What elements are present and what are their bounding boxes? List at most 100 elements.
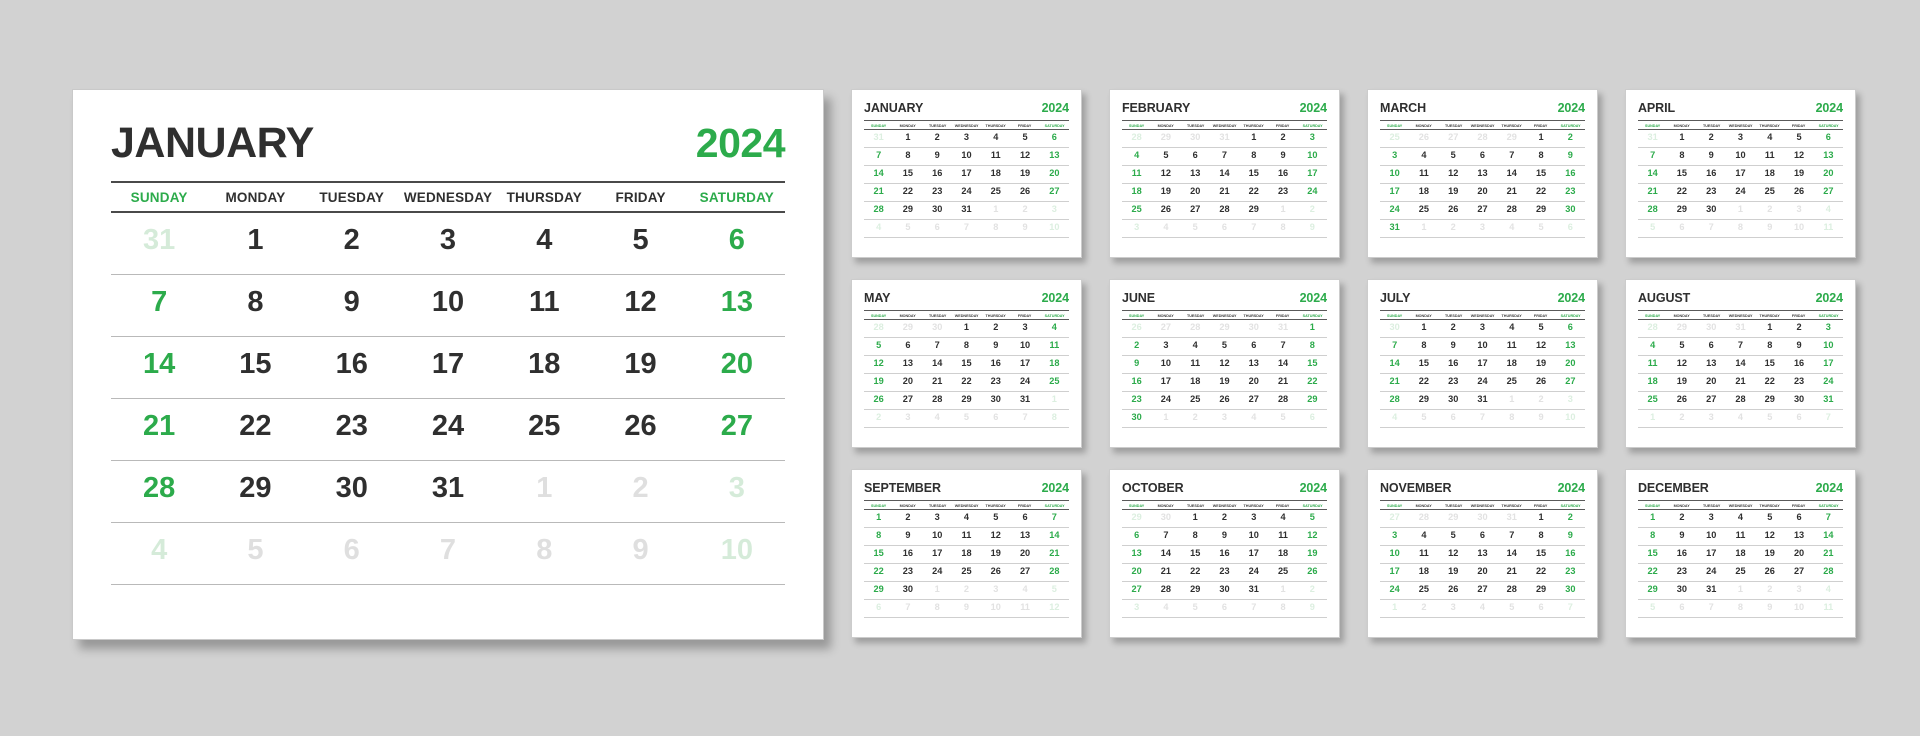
mini-day-cell[interactable]: 10 <box>1697 530 1726 542</box>
mini-day-cell[interactable]: 4 <box>1726 512 1755 524</box>
mini-day-cell[interactable]: 15 <box>864 548 893 560</box>
mini-day-cell[interactable]: 31 <box>1814 394 1843 406</box>
mini-day-cell[interactable]: 10 <box>1010 340 1039 352</box>
mini-day-cell[interactable]: 20 <box>1468 186 1497 198</box>
featured-day-cell-adjacent[interactable]: 10 <box>689 536 785 571</box>
mini-day-cell[interactable]: 12 <box>1755 530 1784 542</box>
mini-day-cell-adjacent[interactable]: 9 <box>1298 602 1327 614</box>
mini-day-cell[interactable]: 19 <box>1526 358 1555 370</box>
mini-day-cell-adjacent[interactable]: 27 <box>1380 512 1409 524</box>
mini-day-cell-adjacent[interactable]: 5 <box>1638 222 1667 234</box>
mini-day-cell[interactable]: 3 <box>1468 322 1497 334</box>
mini-day-cell[interactable]: 21 <box>1638 186 1667 198</box>
mini-day-cell[interactable]: 25 <box>981 186 1010 198</box>
mini-day-cell[interactable]: 4 <box>1497 322 1526 334</box>
mini-day-cell[interactable]: 6 <box>1784 512 1813 524</box>
mini-day-cell[interactable]: 27 <box>1814 186 1843 198</box>
mini-day-cell-adjacent[interactable]: 1 <box>1268 584 1297 596</box>
mini-day-cell[interactable]: 22 <box>1298 376 1327 388</box>
mini-day-cell-adjacent[interactable]: 29 <box>1439 512 1468 524</box>
mini-day-cell[interactable]: 16 <box>981 358 1010 370</box>
mini-day-cell[interactable]: 23 <box>1122 394 1151 406</box>
mini-day-cell-adjacent[interactable]: 5 <box>1181 602 1210 614</box>
mini-day-cell[interactable]: 18 <box>1122 186 1151 198</box>
mini-day-cell-adjacent[interactable]: 6 <box>1210 222 1239 234</box>
mini-day-cell[interactable]: 27 <box>1784 566 1813 578</box>
mini-day-cell[interactable]: 5 <box>1298 512 1327 524</box>
mini-day-cell[interactable]: 4 <box>1409 150 1438 162</box>
mini-day-cell-adjacent[interactable]: 31 <box>1210 132 1239 144</box>
mini-day-cell[interactable]: 12 <box>1010 150 1039 162</box>
mini-day-cell-adjacent[interactable]: 1 <box>1380 602 1409 614</box>
mini-day-cell-adjacent[interactable]: 7 <box>1697 602 1726 614</box>
mini-day-cell[interactable]: 2 <box>923 132 952 144</box>
mini-day-cell[interactable]: 24 <box>1380 204 1409 216</box>
mini-day-cell[interactable]: 11 <box>1409 548 1438 560</box>
mini-day-cell-adjacent[interactable]: 5 <box>1409 412 1438 424</box>
mini-day-cell-adjacent[interactable]: 8 <box>1268 222 1297 234</box>
mini-day-cell-adjacent[interactable]: 7 <box>1010 412 1039 424</box>
mini-day-cell[interactable]: 18 <box>952 548 981 560</box>
mini-day-cell[interactable]: 26 <box>1755 566 1784 578</box>
mini-day-cell[interactable]: 5 <box>1151 150 1180 162</box>
mini-day-cell[interactable]: 19 <box>1755 548 1784 560</box>
mini-day-cell[interactable]: 13 <box>1556 340 1585 352</box>
mini-day-cell[interactable]: 12 <box>864 358 893 370</box>
mini-day-cell-adjacent[interactable]: 3 <box>1784 204 1813 216</box>
mini-day-cell[interactable]: 18 <box>1497 358 1526 370</box>
mini-day-cell[interactable]: 26 <box>1210 394 1239 406</box>
mini-day-cell[interactable]: 29 <box>1667 204 1696 216</box>
mini-day-cell-adjacent[interactable]: 4 <box>1151 222 1180 234</box>
mini-day-cell-adjacent[interactable]: 2 <box>1181 412 1210 424</box>
mini-day-cell[interactable]: 24 <box>1468 376 1497 388</box>
mini-day-cell[interactable]: 13 <box>1468 548 1497 560</box>
mini-day-cell-adjacent[interactable]: 26 <box>1122 322 1151 334</box>
mini-day-cell[interactable]: 5 <box>864 340 893 352</box>
mini-day-cell-adjacent[interactable]: 5 <box>1181 222 1210 234</box>
mini-day-cell[interactable]: 9 <box>923 150 952 162</box>
mini-day-cell[interactable]: 19 <box>1784 168 1813 180</box>
mini-day-cell[interactable]: 17 <box>1468 358 1497 370</box>
mini-day-cell-adjacent[interactable]: 3 <box>1122 602 1151 614</box>
mini-month-card-october[interactable]: OCTOBER 2024 SUNDAY MONDAY TUESDAY WEDNESDAY T… <box>1109 469 1340 638</box>
mini-day-cell[interactable]: 17 <box>1239 548 1268 560</box>
mini-month-card-february[interactable]: FEBRUARY 2024 SUNDAY MONDAY TUESDAY WEDNESDAY… <box>1109 89 1340 258</box>
mini-day-cell[interactable]: 21 <box>1380 376 1409 388</box>
mini-day-cell[interactable]: 12 <box>1439 548 1468 560</box>
mini-day-cell[interactable]: 19 <box>1210 376 1239 388</box>
mini-day-cell[interactable]: 4 <box>1122 150 1151 162</box>
mini-day-cell-adjacent[interactable]: 7 <box>1468 412 1497 424</box>
mini-day-cell[interactable]: 9 <box>1556 150 1585 162</box>
mini-day-cell-adjacent[interactable]: 10 <box>1784 602 1813 614</box>
mini-day-cell-adjacent[interactable]: 8 <box>981 222 1010 234</box>
mini-day-cell[interactable]: 22 <box>1181 566 1210 578</box>
mini-day-cell-adjacent[interactable]: 3 <box>1122 222 1151 234</box>
mini-day-cell[interactable]: 6 <box>1814 132 1843 144</box>
mini-month-card-may[interactable]: MAY 2024 SUNDAY MONDAY TUESDAY WEDNESDAY THURS… <box>851 279 1082 448</box>
mini-day-cell[interactable]: 9 <box>1556 530 1585 542</box>
featured-day-cell[interactable]: 7 <box>111 288 207 323</box>
mini-day-cell[interactable]: 30 <box>1556 584 1585 596</box>
mini-day-cell[interactable]: 24 <box>1151 394 1180 406</box>
mini-day-cell[interactable]: 26 <box>1784 186 1813 198</box>
mini-day-cell[interactable]: 4 <box>1638 340 1667 352</box>
mini-day-cell[interactable]: 9 <box>1667 530 1696 542</box>
mini-day-cell[interactable]: 20 <box>1040 168 1069 180</box>
mini-day-cell-adjacent[interactable]: 1 <box>1726 204 1755 216</box>
mini-day-cell[interactable]: 31 <box>1697 584 1726 596</box>
mini-day-cell[interactable]: 6 <box>1697 340 1726 352</box>
mini-day-cell[interactable]: 26 <box>864 394 893 406</box>
mini-day-cell[interactable]: 3 <box>1380 530 1409 542</box>
mini-day-cell-adjacent[interactable]: 3 <box>1210 412 1239 424</box>
mini-day-cell[interactable]: 27 <box>1239 394 1268 406</box>
mini-day-cell-adjacent[interactable]: 27 <box>1151 322 1180 334</box>
mini-day-cell[interactable]: 19 <box>981 548 1010 560</box>
mini-day-cell-adjacent[interactable]: 4 <box>1497 222 1526 234</box>
mini-day-cell[interactable]: 30 <box>1556 204 1585 216</box>
mini-day-cell-adjacent[interactable]: 2 <box>1298 204 1327 216</box>
mini-day-cell[interactable]: 1 <box>1667 132 1696 144</box>
mini-day-cell[interactable]: 16 <box>1122 376 1151 388</box>
mini-day-cell[interactable]: 13 <box>1010 530 1039 542</box>
mini-day-cell-adjacent[interactable]: 2 <box>1755 584 1784 596</box>
mini-day-cell[interactable]: 7 <box>864 150 893 162</box>
